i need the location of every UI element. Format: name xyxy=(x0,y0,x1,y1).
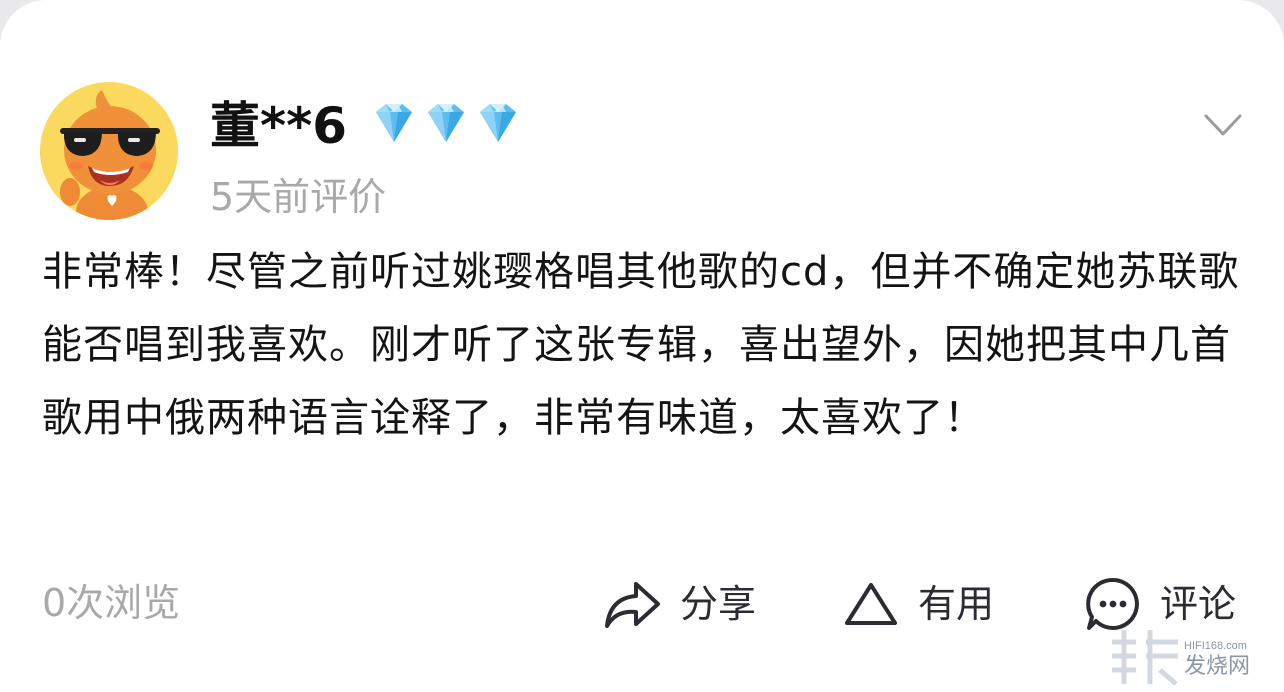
avatar-character-icon xyxy=(40,82,178,220)
useful-label: 有用 xyxy=(918,582,995,626)
diamond-icon xyxy=(376,104,412,142)
useful-button[interactable]: 有用 xyxy=(842,574,994,634)
review-time: 5天前评价 xyxy=(210,175,387,219)
comment-bubble-icon xyxy=(1086,577,1139,630)
user-avatar[interactable] xyxy=(40,82,178,220)
watermark-name: 发烧网 xyxy=(1184,654,1251,679)
view-count: 0次浏览 xyxy=(42,581,181,625)
diamond-icon xyxy=(428,104,464,142)
watermark-site: HIFI168.com xyxy=(1184,640,1247,652)
review-card: 董**6 5天前评价 非常棒！尽管之前听过姚璎格唱其他歌的cd，但并不确定她苏联… xyxy=(0,0,1284,692)
review-content: 非常棒！尽管之前听过姚璎格唱其他歌的cd，但并不确定她苏联歌能否唱到我喜欢。刚才… xyxy=(42,249,1240,441)
share-button[interactable]: 分享 xyxy=(602,574,756,634)
comment-label: 评论 xyxy=(1160,582,1237,626)
diamond-icon xyxy=(480,104,516,142)
username[interactable]: 董**6 xyxy=(210,96,347,156)
thumb-triangle-icon xyxy=(845,583,897,625)
share-icon xyxy=(605,582,660,628)
comment-button[interactable]: 评论 xyxy=(1084,574,1236,634)
member-level-badges xyxy=(368,100,524,152)
chevron-down-icon[interactable] xyxy=(1198,104,1248,144)
share-label: 分享 xyxy=(680,582,757,626)
